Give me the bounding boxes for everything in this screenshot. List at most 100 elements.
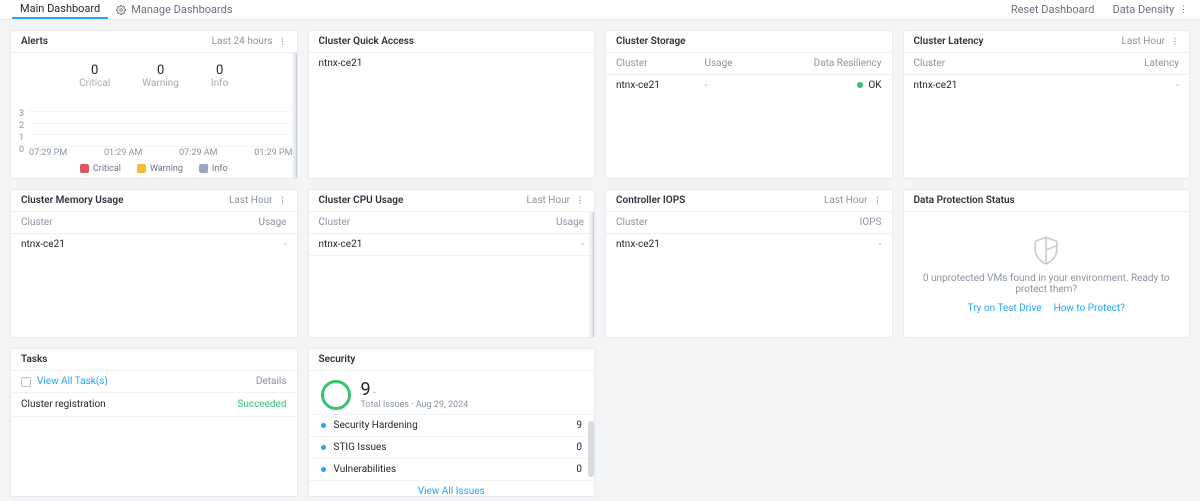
bullet-icon [321,445,326,450]
alert-count-info[interactable]: 0 Info [211,63,228,89]
card-title: Alerts [21,36,48,47]
view-all-tasks-link[interactable]: View All Task(s) [37,376,108,387]
card-title: Cluster Latency [914,36,984,47]
latency-value: - [1046,80,1179,91]
latency-widget: Cluster Latency Last Hour ⋮ Cluster Late… [903,30,1191,179]
cluster-link[interactable]: ntnx-ce21 [914,80,1047,91]
cluster-link[interactable]: ntnx-ce21 [616,239,749,250]
resiliency-value: OK [793,80,882,91]
card-title: Cluster Memory Usage [21,195,123,206]
data-density-button[interactable]: Data Density ⋮ [1112,3,1188,16]
card-title: Data Protection Status [914,195,1015,206]
bullet-icon [321,423,326,428]
quick-access-widget: Cluster Quick Access ntnx-ce21 [308,30,596,179]
security-category[interactable]: STIG Issues 0 [309,436,595,458]
task-name[interactable]: Cluster registration [21,399,154,410]
tab-label: Main Dashboard [20,2,100,15]
storage-widget: Cluster Storage Cluster Usage Data Resil… [605,30,893,179]
col-header: IOPS [749,217,882,228]
more-icon[interactable]: ⋮ [279,37,287,46]
security-subtitle: Total Issues · Aug 29, 2024 [361,400,469,410]
sec-label: Vulnerabilities [334,464,577,475]
gear-icon [116,5,126,15]
shield-icon [1033,235,1059,265]
try-test-drive-link[interactable]: Try on Test Drive [968,303,1042,314]
iops-value: - [749,239,882,250]
cluster-link[interactable]: ntnx-ce21 [319,58,585,69]
time-range[interactable]: Last Hour [527,195,570,206]
more-icon[interactable]: ⋮ [576,196,584,205]
card-title: Cluster CPU Usage [319,195,404,206]
card-title: Cluster Quick Access [319,36,415,47]
card-title: Tasks [21,354,47,365]
alert-count-critical[interactable]: 0 Critical [79,63,110,89]
col-header: Usage [451,217,584,228]
col-header: Latency [1046,58,1179,69]
card-title: Security [319,354,356,365]
chart-area [29,111,291,146]
security-category[interactable]: Security Hardening 9 [309,414,595,436]
chart-y-axis: 3 2 1 0 [19,109,24,155]
sec-count: 9 [576,420,582,431]
more-icon[interactable]: ⋮ [279,196,287,205]
task-status: Succeeded [154,399,287,410]
col-header: Data Resiliency [793,58,882,69]
col-header: Usage [154,217,287,228]
legend-color-icon [137,164,146,173]
iops-widget: Controller IOPS Last Hour ⋮ Cluster IOPS… [605,189,893,338]
progress-ring-icon [321,380,351,410]
legend-color-icon [199,164,208,173]
view-all-issues-link[interactable]: View All Issues [309,480,595,496]
col-header: Cluster [914,58,1047,69]
usage-value: - [154,239,287,250]
cpu-widget: Cluster CPU Usage Last Hour ⋮ Cluster Us… [308,189,596,338]
more-icon[interactable]: ⋮ [874,196,882,205]
alert-count-warning[interactable]: 0 Warning [142,63,179,89]
time-range[interactable]: Last Hour [229,195,272,206]
more-icon: ⋮ [1179,5,1188,15]
more-icon[interactable]: ⋮ [1171,37,1179,46]
total-issues-value: 9 [361,379,371,400]
sec-label: Security Hardening [334,420,577,431]
sec-label: STIG Issues [334,442,577,453]
tasks-widget: Tasks View All Task(s) Details Cluster r… [10,348,298,497]
col-header: Cluster [616,58,705,69]
col-header: Cluster [319,217,452,228]
tab-manage-dashboards[interactable]: Manage Dashboards [108,0,240,19]
memory-widget: Cluster Memory Usage Last Hour ⋮ Cluster… [10,189,298,338]
time-range[interactable]: Last Hour [1122,36,1165,47]
cluster-link[interactable]: ntnx-ce21 [21,239,154,250]
time-range[interactable]: Last Hour [824,195,867,206]
details-header: Details [256,376,287,387]
card-title: Controller IOPS [616,195,685,206]
resize-handle-icon[interactable] [291,53,297,178]
dp-message: 0 unprotected VMs found in your environm… [916,273,1178,295]
trend-icon: - [373,388,376,398]
cluster-link[interactable]: ntnx-ce21 [616,80,705,91]
resize-handle-icon[interactable] [588,212,594,337]
legend-info[interactable]: Info [199,164,228,174]
cluster-link[interactable]: ntnx-ce21 [319,239,452,250]
legend-color-icon [80,164,89,173]
sec-count: 0 [576,464,582,475]
col-header: Cluster [616,217,749,228]
tab-label: Manage Dashboards [131,3,232,16]
data-density-label: Data Density [1112,3,1174,16]
legend-warning[interactable]: Warning [137,164,183,174]
card-title: Cluster Storage [616,36,686,47]
chart-x-axis: 07:29 PM 01:29 AM 07:29 AM 01:29 PM [29,148,293,158]
legend-critical[interactable]: Critical [80,164,121,174]
bullet-icon [321,467,326,472]
security-category[interactable]: Vulnerabilities 0 [309,458,595,480]
how-to-protect-link[interactable]: How to Protect? [1054,303,1125,314]
data-protection-widget: Data Protection Status 0 unprotected VMs… [903,189,1191,338]
usage-value: - [451,239,584,250]
alerts-widget: Alerts Last 24 hours ⋮ 0 Critical 0 Warn… [10,30,298,179]
reset-dashboard-button[interactable]: Reset Dashboard [1011,3,1095,16]
scrollbar[interactable] [588,421,594,477]
security-widget: Security 9 - Total Issues · Aug 29, 2024… [308,348,596,497]
checkbox-icon[interactable] [21,377,31,387]
col-header: Usage [705,58,794,69]
time-range[interactable]: Last 24 hours [212,36,273,47]
tab-main-dashboard[interactable]: Main Dashboard [12,0,108,19]
